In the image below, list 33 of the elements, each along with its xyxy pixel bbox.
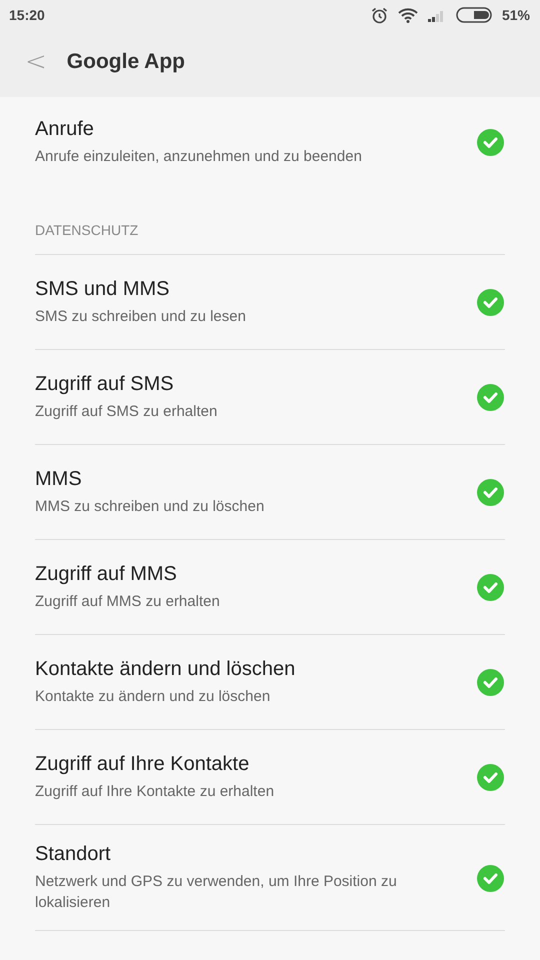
permission-description: Anrufe einzuleiten, anzunehmen und zu beenden <box>35 147 362 167</box>
permission-title: Anrufe <box>35 118 95 141</box>
back-button[interactable]: < <box>25 46 47 76</box>
permission-description: Netzwerk und GPS zu verwenden, um Ihre Position zu lokalisieren <box>35 872 398 913</box>
check-icon[interactable] <box>477 384 504 411</box>
permission-description: Zugriff auf SMS zu erhalten <box>35 402 218 422</box>
permission-title: SMS und MMS <box>35 278 170 301</box>
permission-description: Zugriff auf Ihre Kontakte zu erhalten <box>35 782 274 802</box>
check-icon[interactable] <box>477 864 504 892</box>
battery-percentage: 51% <box>502 7 530 23</box>
wifi-icon <box>398 8 418 22</box>
permission-description: Kontakte zu ändern und zu löschen <box>35 687 272 707</box>
check-icon[interactable] <box>477 764 504 791</box>
battery-icon <box>456 7 492 23</box>
check-icon[interactable] <box>477 479 504 506</box>
permission-title: Zugriff auf MMS <box>35 563 178 586</box>
alarm-icon <box>370 6 388 24</box>
clock: 15:20 <box>9 7 45 23</box>
signal-icon <box>428 8 446 22</box>
check-icon[interactable] <box>477 129 504 156</box>
page-title: Google App <box>66 50 186 74</box>
check-icon[interactable] <box>477 289 504 316</box>
permission-title: Zugriff auf Ihre Kontakte <box>35 753 250 776</box>
permission-title: Standort <box>35 843 112 866</box>
permission-title: Kontakte ändern und löschen <box>35 658 296 681</box>
permission-description: SMS zu schreiben und zu lesen <box>35 307 246 327</box>
permission-description: MMS zu schreiben und zu löschen <box>35 497 264 517</box>
check-icon[interactable] <box>477 574 504 601</box>
permission-title: MMS <box>35 468 83 491</box>
section-header: DATENSCHUTZ <box>35 221 140 240</box>
permission-title: Zugriff auf SMS <box>35 373 175 396</box>
permission-description: Zugriff auf MMS zu erhalten <box>35 592 220 612</box>
check-icon[interactable] <box>477 669 504 696</box>
